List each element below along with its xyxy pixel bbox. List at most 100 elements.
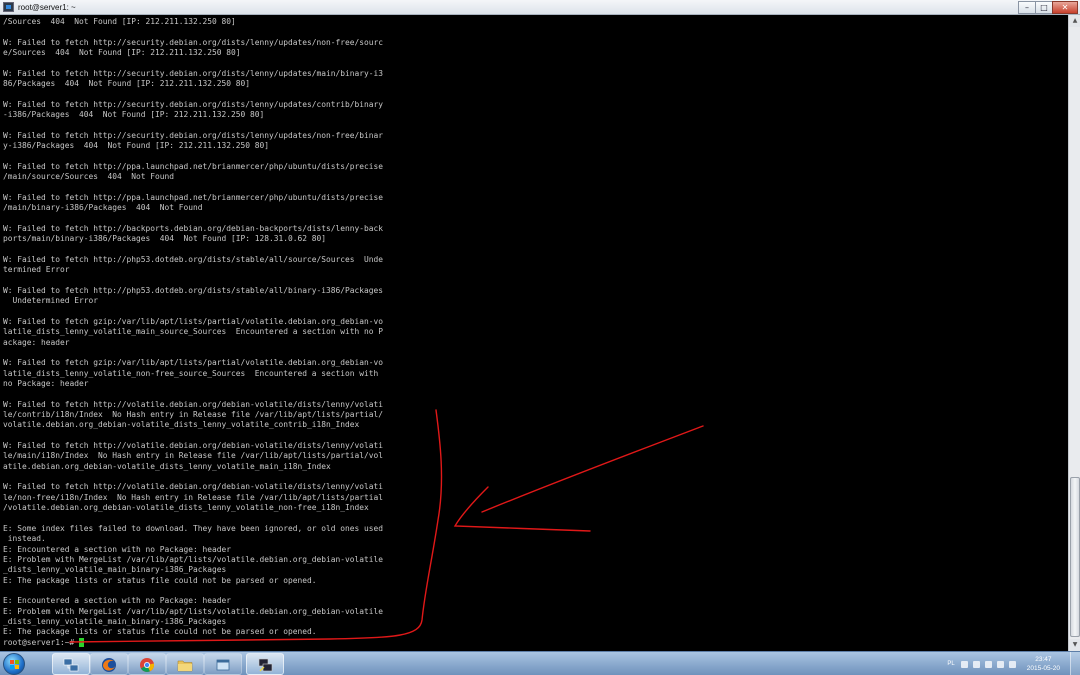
action-center-icon[interactable] [972, 660, 980, 668]
show-desktop-button[interactable] [1070, 652, 1080, 675]
clock-time: 23:47 [1035, 656, 1052, 663]
terminal-line: W: Failed to fetch http://security.debia… [3, 99, 384, 109]
terminal-line: W: Failed to fetch http://ppa.launchpad.… [3, 161, 384, 171]
terminal-line: W: Failed to fetch gzip:/var/lib/apt/lis… [3, 316, 384, 326]
terminal-line: W: Failed to fetch http://backports.debi… [3, 223, 384, 233]
terminal-line: W: Failed to fetch http://volatile.debia… [3, 482, 384, 492]
chrome-icon [140, 658, 155, 672]
terminal-line: _dists_lenny_volatile_main_binary-i386_P… [3, 616, 227, 626]
taskbar-chrome-button[interactable] [128, 653, 166, 675]
terminal-line: le/non-free/i18n/Index No Hash entry in … [3, 492, 384, 502]
taskbar-explorer-button[interactable] [166, 653, 204, 675]
terminal-lines: /Sources 404 Not Found [IP: 212.211.132.… [3, 17, 1068, 638]
terminal-line: /volatile.debian.org_debian-volatile_dis… [3, 503, 369, 513]
terminal-prompt: root@server1:~# [3, 637, 75, 647]
terminal-scrollbar[interactable]: ▲ ▼ [1068, 15, 1080, 651]
taskbar-network-button[interactable] [52, 653, 90, 675]
terminal-line: ackage: header [3, 337, 70, 347]
terminal-line: atile.debian.org_debian-volatile_dists_l… [3, 461, 331, 471]
windows-logo-icon [10, 660, 19, 669]
terminal-line: termined Error [3, 265, 70, 275]
close-button[interactable]: ✕ [1052, 1, 1078, 14]
network-status-icon[interactable] [996, 660, 1004, 668]
putty-icon [258, 658, 273, 672]
terminal-line: E: Some index files failed to download. … [3, 523, 384, 533]
window-titlebar[interactable]: root@server1: ~ – □ ✕ [0, 0, 1080, 15]
taskbar-window-button[interactable] [204, 653, 242, 675]
terminal-line: volatile.debian.org_debian-volatile_dist… [3, 420, 360, 430]
terminal-line: /Sources 404 Not Found [IP: 212.211.132.… [3, 17, 236, 26]
terminal-line: /main/binary-i386/Packages 404 Not Found [3, 203, 203, 213]
minimize-button[interactable]: – [1018, 1, 1036, 14]
maximize-button[interactable]: □ [1035, 1, 1053, 14]
taskbar-firefox-button[interactable] [90, 653, 128, 675]
taskbar-putty-button[interactable] [246, 653, 284, 675]
terminal-line: le/main/i18n/Index No Hash entry in Rele… [3, 451, 384, 461]
terminal-line: W: Failed to fetch http://volatile.debia… [3, 399, 384, 409]
terminal-line: no Package: header [3, 379, 89, 389]
terminal-line: W: Failed to fetch http://php53.dotdeb.o… [3, 254, 384, 264]
terminal-line: 86/Packages 404 Not Found [IP: 212.211.1… [3, 79, 251, 89]
terminal-line: /main/source/Sources 404 Not Found [3, 172, 175, 182]
terminal-line: W: Failed to fetch http://volatile.debia… [3, 441, 384, 451]
terminal-line: W: Failed to fetch http://ppa.launchpad.… [3, 192, 384, 202]
scroll-up-arrow-icon[interactable]: ▲ [1069, 15, 1080, 27]
terminal-line: _dists_lenny_volatile_main_binary-i386_P… [3, 565, 227, 575]
window-icon [216, 659, 230, 671]
terminal-line: Undetermined Error [3, 296, 99, 306]
terminal-line: E: Problem with MergeList /var/lib/apt/l… [3, 606, 384, 616]
firefox-icon [102, 658, 116, 672]
clock-date: 2015-05-20 [1026, 665, 1060, 672]
network-icon [63, 658, 79, 672]
terminal-line: E: Encountered a section with no Package… [3, 596, 232, 606]
terminal-line: le/contrib/i18n/Index No Hash entry in R… [3, 410, 384, 420]
terminal-line: ports/main/binary-i386/Packages 404 Not … [3, 234, 327, 244]
terminal-line: E: Problem with MergeList /var/lib/apt/l… [3, 554, 384, 564]
window-controls: – □ ✕ [1018, 1, 1078, 14]
terminal-prompt-line[interactable]: root@server1:~# [3, 638, 1068, 648]
terminal-output[interactable]: /Sources 404 Not Found [IP: 212.211.132.… [0, 15, 1068, 651]
terminal-line: W: Failed to fetch http://php53.dotdeb.o… [3, 285, 384, 295]
terminal-cursor [79, 638, 85, 648]
terminal-line: E: The package lists or status file coul… [3, 627, 317, 637]
power-icon[interactable] [984, 660, 992, 668]
system-tray: PL 23:47 2015-05-20 [947, 652, 1080, 675]
terminal-line: y-i386/Packages 404 Not Found [IP: 212.2… [3, 141, 270, 151]
volume-icon[interactable] [1008, 660, 1016, 668]
start-button[interactable] [3, 653, 25, 675]
terminal-line: E: Encountered a section with no Package… [3, 544, 232, 554]
scroll-thumb[interactable] [1070, 477, 1080, 637]
terminal-line: instead. [3, 534, 46, 544]
terminal-line: W: Failed to fetch http://security.debia… [3, 68, 384, 78]
putty-icon [3, 2, 14, 12]
terminal-line: latile_dists_lenny_volatile_main_source_… [3, 327, 384, 337]
terminal-line: E: The package lists or status file coul… [3, 575, 317, 585]
terminal-line: e/Sources 404 Not Found [IP: 212.211.132… [3, 48, 241, 58]
taskbar-clock[interactable]: 23:47 2015-05-20 [1027, 655, 1060, 673]
terminal-line: W: Failed to fetch http://security.debia… [3, 130, 384, 140]
scroll-down-arrow-icon[interactable]: ▼ [1069, 639, 1080, 651]
window-title: root@server1: ~ [18, 2, 76, 12]
language-indicator[interactable]: PL [947, 661, 954, 667]
terminal-line: W: Failed to fetch http://security.debia… [3, 37, 384, 47]
folder-icon [177, 660, 193, 672]
taskbar: PL 23:47 2015-05-20 [0, 651, 1080, 675]
terminal-line: -i386/Packages 404 Not Found [IP: 212.21… [3, 110, 265, 120]
tray-arrow-icon[interactable] [960, 660, 968, 668]
